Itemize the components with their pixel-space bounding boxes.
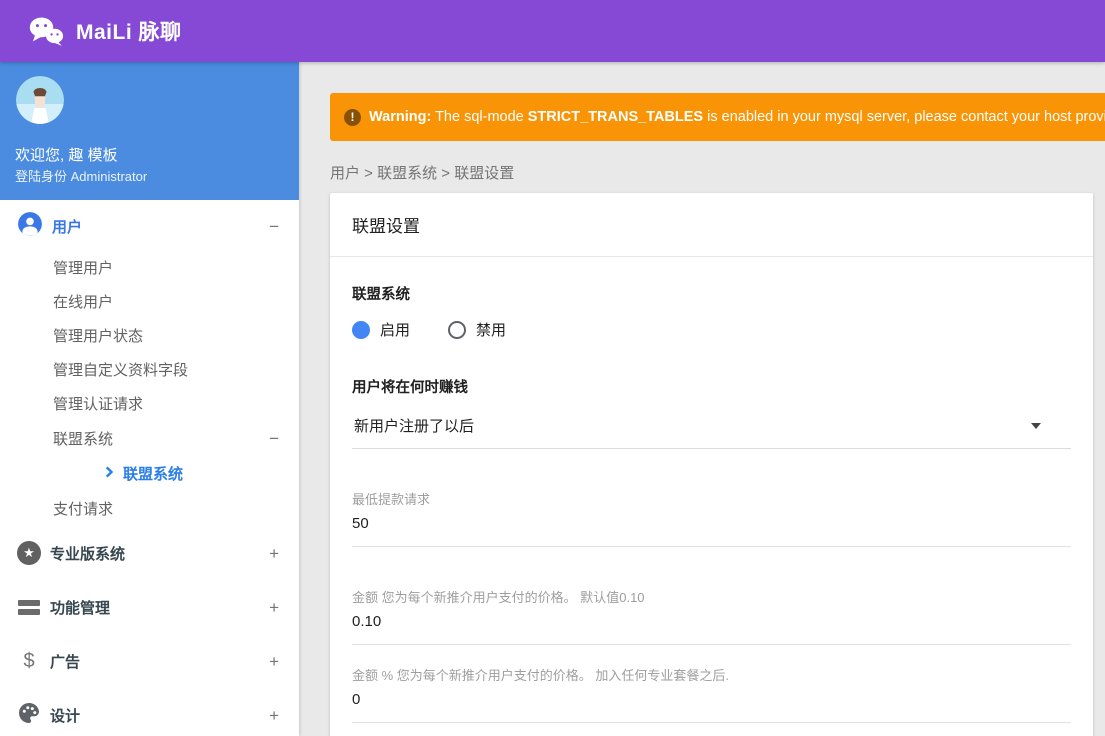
sidebar-item-design[interactable]: 设计 + <box>0 688 299 736</box>
sidebar-item-pro-system[interactable]: ★ 专业版系统 + <box>0 526 299 580</box>
sidebar-item-manage-users[interactable]: 管理用户 <box>0 250 299 284</box>
avatar[interactable] <box>16 76 64 124</box>
card-title: 联盟设置 <box>330 193 1093 257</box>
sidebar-item-label: 在线用户 <box>53 293 114 311</box>
sidebar-item-label: 联盟系统 <box>123 465 184 483</box>
earn-when-select[interactable]: 新用户注册了以后 <box>352 411 1071 449</box>
sidebar-item-custom-fields[interactable]: 管理自定义资料字段 <box>0 352 299 386</box>
dollar-icon: $ <box>23 649 35 672</box>
wechat-logo-icon <box>28 15 64 47</box>
sidebar-item-label: 管理认证请求 <box>53 395 144 413</box>
chevron-right-icon <box>104 465 115 482</box>
amount-per-referral-label: 金额 您为每个新推介用户支付的价格。 默认值0.10 <box>352 590 645 605</box>
radio-label: 禁用 <box>476 322 507 339</box>
profile-panel: 欢迎您, 趣 模板 登陆身份 Administrator <box>0 62 299 200</box>
login-role-text: 登陆身份 Administrator <box>15 169 148 184</box>
sidebar-item-feature-management[interactable]: 功能管理 + <box>0 580 299 634</box>
sidebar-item-label: 专业版系统 <box>50 545 126 563</box>
radio-unselected-icon[interactable] <box>448 320 467 339</box>
sidebar-item-ads[interactable]: $ 广告 + <box>0 634 299 688</box>
app-title: MaiLi 脉聊 <box>76 21 182 44</box>
expand-plus-icon[interactable]: + <box>269 545 279 562</box>
sidebar-item-payment-requests[interactable]: 支付请求 <box>0 490 299 526</box>
sidebar-menu: 用户 − 管理用户 在线用户 管理用户状态 管理自定义资料字段 管理认证请求 联… <box>0 200 299 736</box>
warning-label: Warning: <box>369 109 432 125</box>
warning-highlight: STRICT_TRANS_TABLES <box>527 109 704 125</box>
sidebar-item-label: 联盟系统 <box>53 430 114 448</box>
earn-when-label: 用户将在何时赚钱 <box>352 380 468 396</box>
amount-per-referral-input[interactable]: 0.10 <box>352 613 1071 630</box>
main-content: ! Warning: The sql-mode STRICT_TRANS_TAB… <box>299 62 1105 736</box>
sidebar-item-label: 广告 <box>50 653 81 671</box>
warning-icon: ! <box>344 108 361 126</box>
expand-plus-icon[interactable]: + <box>269 599 279 616</box>
warning-text: The sql-mode <box>431 109 528 125</box>
welcome-text: 欢迎您, 趣 模板 <box>15 147 118 164</box>
sidebar-item-verification-requests[interactable]: 管理认证请求 <box>0 386 299 420</box>
radio-disable[interactable]: 禁用 <box>448 319 506 340</box>
sidebar-item-online-users[interactable]: 在线用户 <box>0 284 299 318</box>
radio-enable[interactable]: 启用 <box>352 319 410 340</box>
sidebar-item-users[interactable]: 用户 − <box>0 202 299 250</box>
sidebar: 欢迎您, 趣 模板 登陆身份 Administrator 用户 − 管理用户 在… <box>0 62 299 736</box>
sidebar-item-label: 支付请求 <box>53 500 114 518</box>
sidebar-item-label: 管理用户 <box>53 259 114 277</box>
collapse-minus-icon[interactable]: − <box>269 430 279 447</box>
sidebar-item-label: 用户 <box>52 218 83 236</box>
earn-when-selected-value: 新用户注册了以后 <box>354 418 475 435</box>
sidebar-item-label: 管理用户状态 <box>53 327 144 345</box>
palette-icon <box>17 701 41 730</box>
sidebar-item-label: 管理自定义资料字段 <box>53 361 189 379</box>
amount-per-referral-field: 金额 您为每个新推介用户支付的价格。 默认值0.10 0.10 <box>352 587 1071 645</box>
breadcrumb[interactable]: 用户 > 联盟系统 > 联盟设置 <box>330 162 514 183</box>
collapse-minus-icon[interactable]: − <box>269 218 279 235</box>
amount-percent-field: 金额 % 您为每个新推介用户支付的价格。 加入任何专业套餐之后. 0 <box>352 665 1071 723</box>
affiliate-system-radio-group: 启用 禁用 <box>352 319 1071 340</box>
min-withdrawal-input[interactable]: 50 <box>352 515 1071 532</box>
radio-selected-icon[interactable] <box>352 320 370 339</box>
radio-label: 启用 <box>380 322 411 339</box>
bars-icon <box>18 599 40 615</box>
sql-warning-banner: ! Warning: The sql-mode STRICT_TRANS_TAB… <box>330 93 1105 141</box>
warning-text: is enabled in your mysql server, please … <box>707 109 1105 125</box>
user-icon <box>17 211 43 242</box>
sidebar-item-affiliates-group[interactable]: 联盟系统 − <box>0 420 299 456</box>
amount-percent-label: 金额 % 您为每个新推介用户支付的价格。 加入任何专业套餐之后. <box>352 668 730 683</box>
sidebar-item-user-status[interactable]: 管理用户状态 <box>0 318 299 352</box>
min-withdrawal-label: 最低提款请求 <box>352 492 431 507</box>
amount-percent-input[interactable]: 0 <box>352 691 1071 708</box>
sidebar-item-label: 功能管理 <box>50 599 111 617</box>
star-icon: ★ <box>17 541 41 565</box>
expand-plus-icon[interactable]: + <box>269 707 279 724</box>
sidebar-item-affiliates-active[interactable]: 联盟系统 <box>0 456 299 490</box>
sidebar-item-label: 设计 <box>50 707 81 725</box>
affiliate-system-label: 联盟系统 <box>352 287 410 303</box>
affiliate-settings-card: 联盟设置 联盟系统 启用 禁用 用户将在何时赚钱 新用户注册了以后 最低提款请求… <box>330 193 1093 736</box>
app-header: MaiLi 脉聊 <box>0 0 1105 62</box>
expand-plus-icon[interactable]: + <box>269 653 279 670</box>
min-withdrawal-field: 最低提款请求 50 <box>352 489 1071 547</box>
caret-down-icon <box>1031 422 1041 429</box>
